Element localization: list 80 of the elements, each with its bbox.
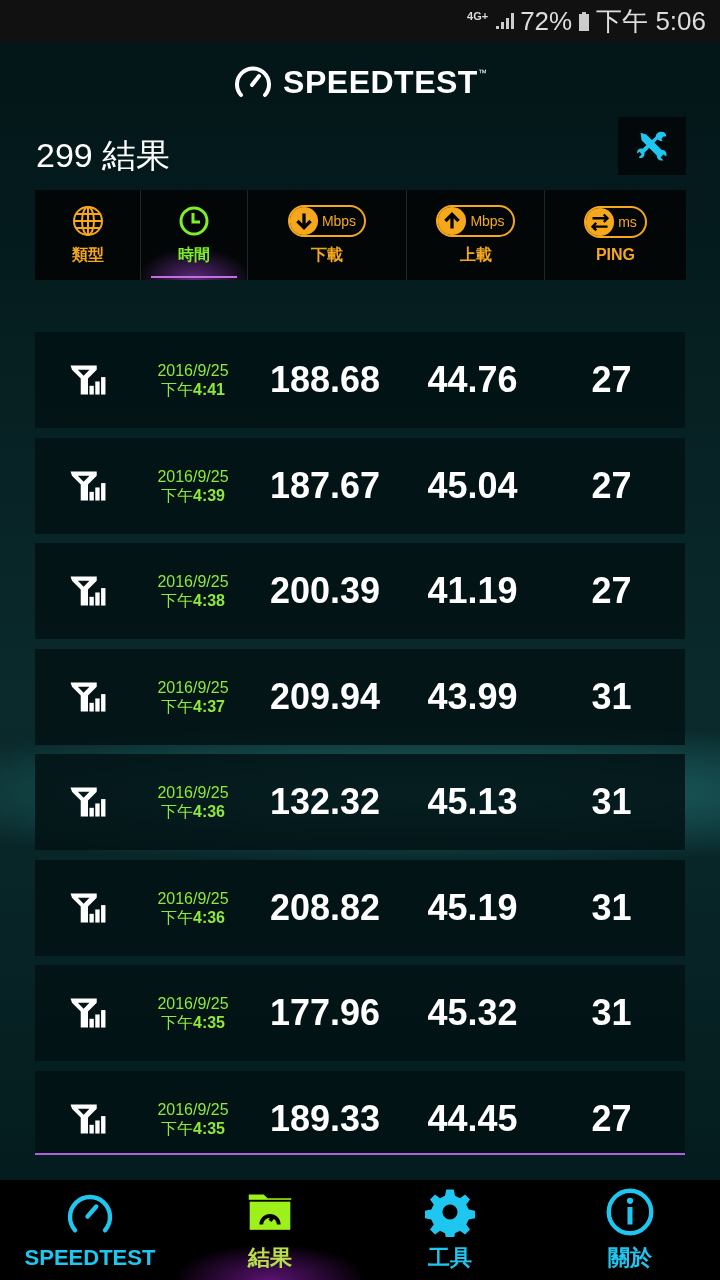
result-row[interactable]: 2016/9/25 下午4:35 189.33 44.45 27 <box>35 1070 685 1153</box>
result-row[interactable]: 2016/9/25 下午4:36 132.32 45.13 31 <box>35 754 685 850</box>
ping-value: 27 <box>590 464 633 507</box>
cell-tower-icon <box>68 997 107 1029</box>
cell-tower-icon <box>68 786 107 818</box>
tools-button[interactable] <box>618 117 686 175</box>
column-header[interactable]: 時間 <box>141 190 247 280</box>
ping-value: 27 <box>590 359 633 401</box>
nav-tab[interactable]: 工具 <box>360 1180 540 1280</box>
test-time: 下午4:39 <box>161 485 225 505</box>
upload-speed: 44.45 <box>426 1097 519 1140</box>
ping-value: 31 <box>590 781 633 823</box>
upload-speed: 45.32 <box>426 992 519 1034</box>
upload-speed: 45.13 <box>426 781 519 823</box>
results-title: 299 結果 <box>36 135 171 176</box>
download-speed: 189.33 <box>268 1097 382 1140</box>
test-time: 下午4:37 <box>161 696 225 716</box>
battery-icon <box>578 11 591 31</box>
upload-speed: 43.99 <box>426 675 519 718</box>
unit-badge: ms <box>584 206 647 238</box>
test-time: 下午4:35 <box>161 1013 225 1032</box>
cell-tower-icon <box>68 1102 107 1135</box>
download-speed: 200.39 <box>268 570 382 612</box>
unit-badge: Mbps <box>436 204 515 237</box>
column-header[interactable]: 類型 <box>35 190 140 280</box>
column-header[interactable]: Mbps 上載 <box>407 190 544 280</box>
column-header[interactable]: Mbps 下載 <box>248 190 406 280</box>
cell-tower-icon <box>68 575 107 607</box>
download-speed: 187.67 <box>268 464 382 507</box>
unit-badge: Mbps <box>287 204 367 237</box>
settings-icon <box>425 1187 475 1237</box>
upload-speed: 45.19 <box>426 886 519 929</box>
ping-value: 31 <box>590 675 633 718</box>
ping-value: 27 <box>590 1097 633 1140</box>
test-date: 2016/9/25 <box>157 888 229 908</box>
network-type: 4G+ <box>467 10 489 22</box>
download-speed: 209.94 <box>268 675 382 718</box>
cell-tower-icon <box>68 364 107 396</box>
test-date: 2016/9/25 <box>157 361 229 380</box>
cell-tower-icon <box>68 469 107 502</box>
test-date: 2016/9/25 <box>157 1099 229 1119</box>
download-speed: 132.32 <box>268 781 382 823</box>
ping-value: 31 <box>590 886 633 929</box>
download-speed: 188.68 <box>268 359 382 401</box>
signal-icon <box>494 11 515 31</box>
test-date: 2016/9/25 <box>157 677 229 697</box>
result-row[interactable]: 2016/9/25 下午4:35 177.96 45.32 31 <box>35 965 685 1061</box>
clock-icon <box>178 204 210 237</box>
upload-speed: 44.76 <box>426 359 519 401</box>
result-row[interactable]: 2016/9/25 下午4:41 188.68 44.76 27 <box>35 332 685 428</box>
ping-value: 31 <box>590 992 633 1034</box>
status-time: 下午 5:06 <box>596 4 706 38</box>
test-time: 下午4:35 <box>161 1118 225 1138</box>
test-date: 2016/9/25 <box>157 466 229 486</box>
test-time: 下午4:38 <box>161 591 225 610</box>
trademark-mark: ™ <box>477 68 487 78</box>
test-date: 2016/9/25 <box>157 783 229 802</box>
download-speed: 177.96 <box>268 992 382 1034</box>
nav-tab[interactable]: 關於 <box>540 1180 720 1280</box>
test-date: 2016/9/25 <box>157 994 229 1013</box>
result-row[interactable]: 2016/9/25 下午4:36 208.82 45.19 31 <box>35 859 685 956</box>
result-row[interactable]: 2016/9/25 下午4:38 200.39 41.19 27 <box>35 543 685 639</box>
nav-tab[interactable]: SPEEDTEST <box>0 1180 180 1280</box>
upload-speed: 41.19 <box>426 570 519 612</box>
info-icon <box>605 1187 655 1237</box>
column-header[interactable]: ms PING <box>545 190 686 280</box>
cell-tower-icon <box>68 680 107 713</box>
ping-value: 27 <box>590 570 633 612</box>
result-row[interactable]: 2016/9/25 下午4:39 187.67 45.04 27 <box>35 437 685 534</box>
test-time: 下午4:36 <box>161 802 225 821</box>
test-date: 2016/9/25 <box>157 572 229 591</box>
test-time: 下午4:41 <box>161 380 225 399</box>
download-speed: 208.82 <box>268 886 382 929</box>
result-row[interactable]: 2016/9/25 下午4:37 209.94 43.99 31 <box>35 648 685 745</box>
logo-text: SPEEDTEST <box>283 63 478 101</box>
upload-speed: 45.04 <box>426 464 519 507</box>
cell-tower-icon <box>68 891 107 924</box>
battery-percent: 72% <box>520 5 573 37</box>
test-time: 下午4:36 <box>161 907 225 927</box>
globe-icon <box>71 204 104 237</box>
